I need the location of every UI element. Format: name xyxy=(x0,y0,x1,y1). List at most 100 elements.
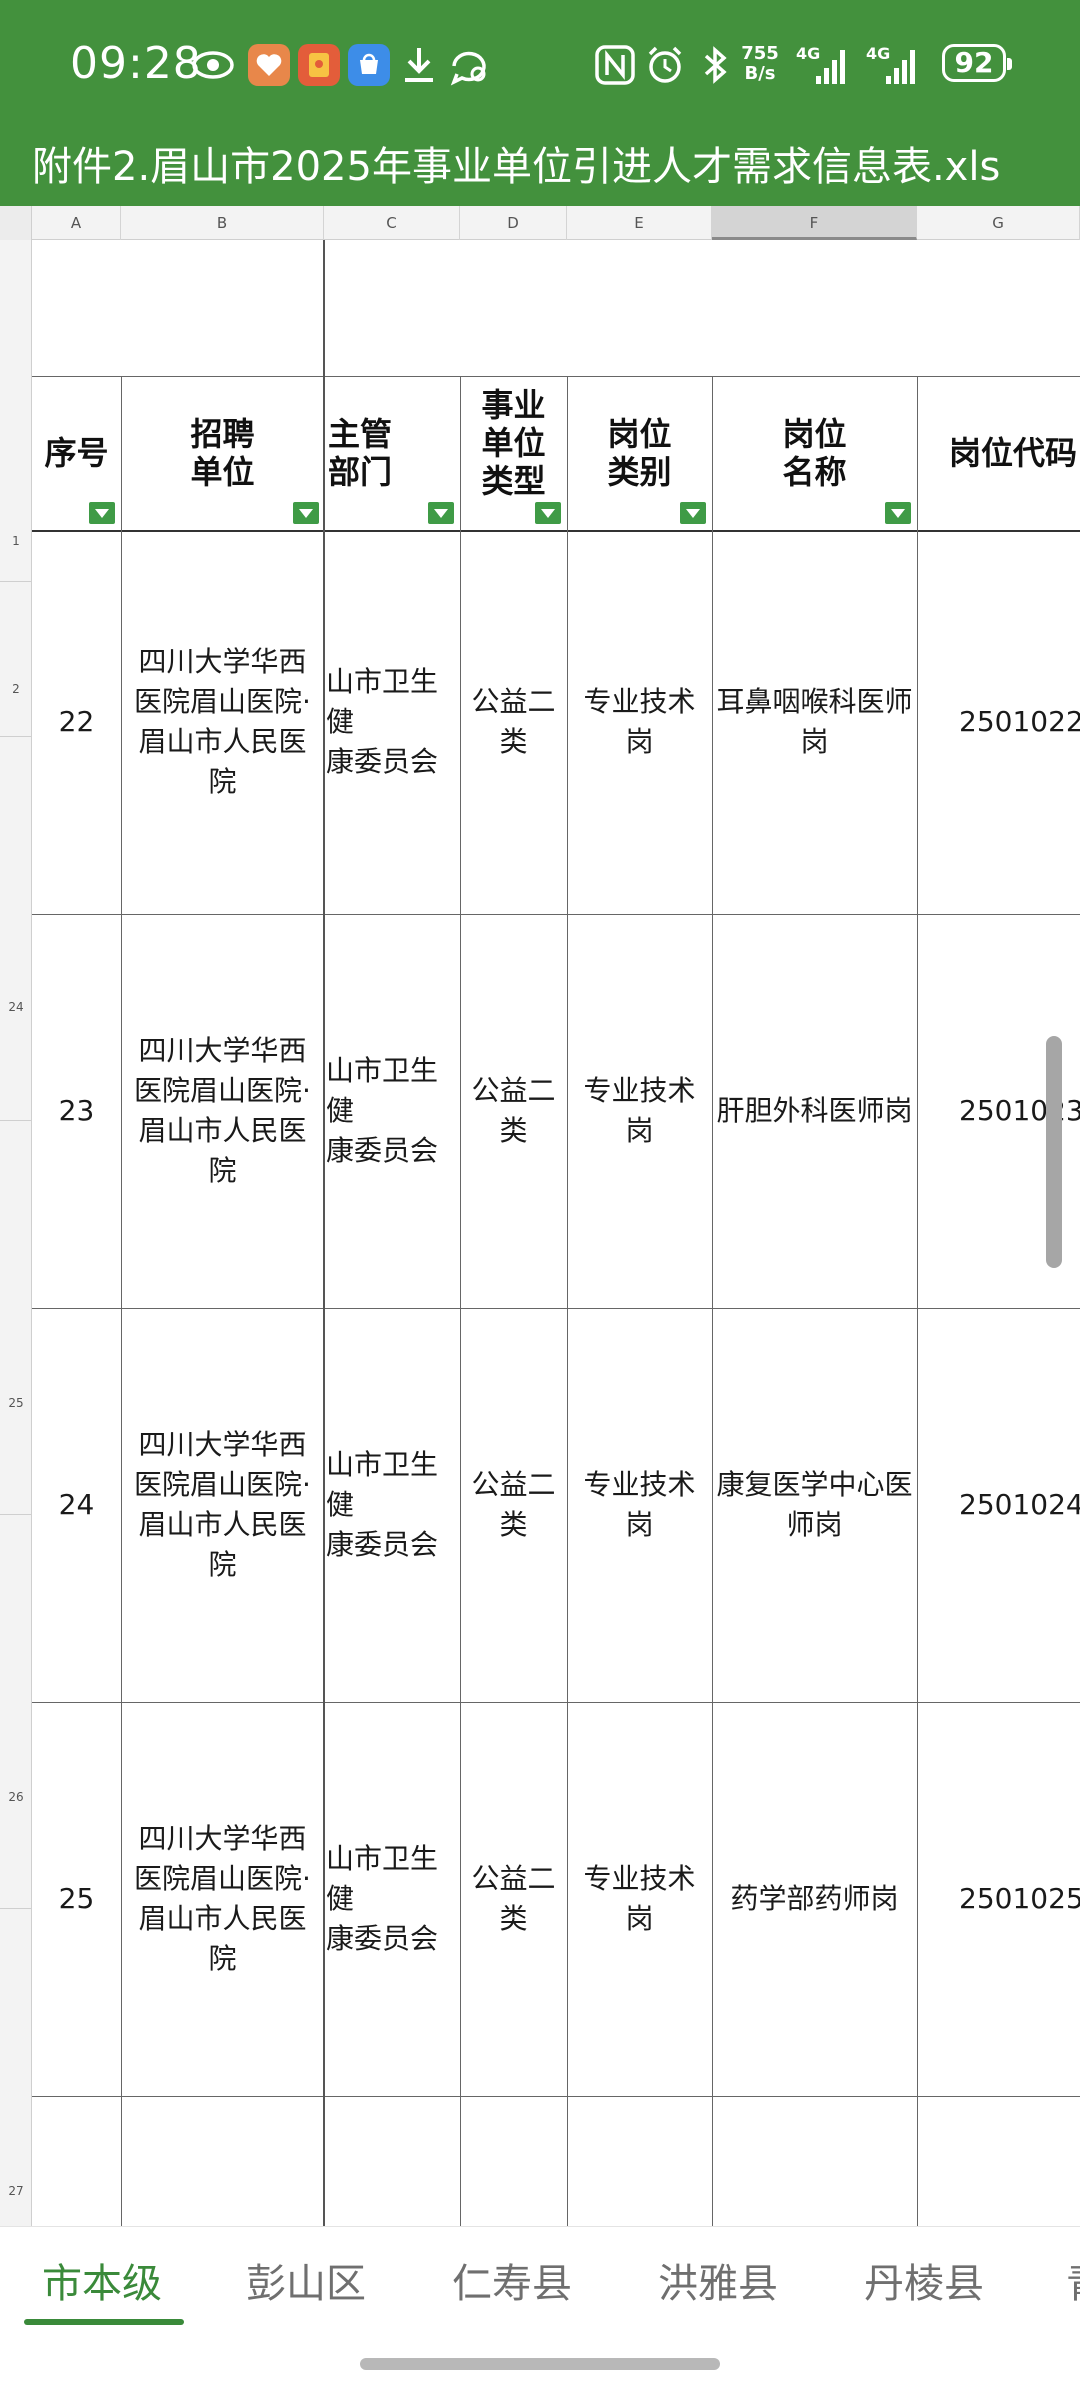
filter-dropdown-icon[interactable] xyxy=(535,502,561,524)
cell-type-text: 公益二类 xyxy=(471,685,556,758)
column-letter-a[interactable]: A xyxy=(32,206,121,240)
cell-category-text: 专业技术岗 xyxy=(583,1468,696,1541)
filter-dropdown-icon[interactable] xyxy=(293,502,319,524)
eye-icon xyxy=(192,51,234,79)
status-time: 09:28 xyxy=(70,38,202,89)
header-cell-code[interactable]: 岗位代码 xyxy=(917,376,1080,530)
cell-category-text: 专业技术岗 xyxy=(583,685,696,758)
store-app-icon xyxy=(348,44,390,86)
cell-type[interactable]: 公益二类 xyxy=(460,530,567,914)
cell-type-text: 公益二类 xyxy=(471,1074,556,1147)
cell-category[interactable]: 专业技术岗 xyxy=(567,1702,712,2096)
cell-position[interactable]: 肝胆外科医师岗 xyxy=(712,914,917,1308)
cell-category[interactable]: 专业技术岗 xyxy=(567,914,712,1308)
filter-dropdown-icon[interactable] xyxy=(428,502,454,524)
red-packet-app-icon xyxy=(298,44,340,86)
cell-dept[interactable]: 山市卫生健 康委员会 xyxy=(324,1308,460,1702)
tab-shibenji[interactable]: 市本级 xyxy=(42,2251,162,2309)
cell-unit-text: 四川大学华西医院眉山医院·眉山市人民医院 xyxy=(134,1822,311,1975)
cell-position[interactable]: 康复医学中心医师岗 xyxy=(712,1308,917,1702)
cell-dept[interactable]: 山市卫生健 康委员会 xyxy=(324,1702,460,2096)
cell-unit[interactable]: 四川大学华西医院眉山医院·眉山市人民医院 xyxy=(121,914,324,1308)
column-letter-b[interactable]: B xyxy=(121,206,324,240)
cell-type[interactable]: 公益二类 xyxy=(460,1702,567,2096)
cell-seq[interactable]: 24 xyxy=(32,1308,121,1702)
cell-code[interactable]: 2501022 xyxy=(917,530,1080,914)
cell-seq-text: 24 xyxy=(58,1488,95,1521)
nfc-icon xyxy=(595,45,635,85)
cell-dept-text: 山市卫生健 康委员会 xyxy=(326,1448,439,1561)
cell-type[interactable]: 公益二类 xyxy=(460,1308,567,1702)
column-letter-f[interactable]: F xyxy=(712,206,917,240)
cell-position[interactable]: 耳鼻咽喉科医师岗 xyxy=(712,530,917,914)
tab-pengshan[interactable]: 彭山区 xyxy=(246,2251,366,2309)
tab-hongya[interactable]: 洪雅县 xyxy=(658,2251,778,2309)
cell-code-text: 2501025 xyxy=(959,1882,1080,1915)
row-number[interactable]: 2 xyxy=(0,682,32,696)
select-all-corner[interactable] xyxy=(0,206,32,240)
cell-category[interactable]: 专业技术岗 xyxy=(567,530,712,914)
cell-code-text: 2501024 xyxy=(959,1488,1080,1521)
row-header-column: 1 2 24 25 26 27 xyxy=(0,240,32,2226)
sheet-tabs: 市本级 彭山区 仁寿县 洪雅县 丹棱县 青 xyxy=(0,2226,1080,2336)
battery-icon: 92 xyxy=(942,44,1012,82)
net-speed-value: 755 xyxy=(741,43,779,64)
signal-icon xyxy=(816,50,845,84)
spreadsheet[interactable]: A B C D E F G 1 2 24 25 26 27 序号 招聘 单位 主… xyxy=(0,206,1080,2226)
cell-position[interactable]: 药学部药师岗 xyxy=(712,1702,917,2096)
chat-sync-icon xyxy=(450,51,486,86)
cell-position-text: 耳鼻咽喉科医师岗 xyxy=(716,685,913,758)
cell-seq-text: 22 xyxy=(58,705,95,738)
vertical-scrollbar[interactable] xyxy=(1046,1036,1062,1268)
row-number[interactable]: 24 xyxy=(0,1000,32,1014)
column-letter-c[interactable]: C xyxy=(324,206,460,240)
filter-dropdown-icon[interactable] xyxy=(89,502,115,524)
cell-unit[interactable]: 四川大学华西医院眉山医院·眉山市人民医院 xyxy=(121,1308,324,1702)
row-number[interactable]: 1 xyxy=(0,534,32,548)
cell-code[interactable]: 2501025 xyxy=(917,1702,1080,2096)
cell-position-text: 康复医学中心医师岗 xyxy=(716,1468,913,1541)
cell-seq[interactable]: 22 xyxy=(32,530,121,914)
cell-category[interactable]: 专业技术岗 xyxy=(567,1308,712,1702)
cell-dept-text: 山市卫生健 康委员会 xyxy=(326,1054,439,1167)
cell-category-text: 专业技术岗 xyxy=(583,1074,696,1147)
status-bar: 09:28 755 B/s 4G 4G 92 xyxy=(0,0,1080,130)
heart-app-icon xyxy=(248,44,290,86)
column-letter-e[interactable]: E xyxy=(567,206,712,240)
column-letter-d[interactable]: D xyxy=(460,206,567,240)
row-number[interactable]: 26 xyxy=(0,1790,32,1804)
cell-dept-text: 山市卫生健 康委员会 xyxy=(326,665,439,778)
cell-seq[interactable]: 25 xyxy=(32,1702,121,2096)
alarm-icon xyxy=(648,46,682,83)
gesture-bar[interactable] xyxy=(360,2358,720,2370)
signal-icon-2 xyxy=(886,50,915,84)
cell-seq[interactable]: 23 xyxy=(32,914,121,1308)
cell-code-text: 2501022 xyxy=(959,705,1080,738)
cell-dept-text: 山市卫生健 康委员会 xyxy=(326,1842,439,1955)
cell-seq-text: 23 xyxy=(58,1094,95,1127)
filter-dropdown-icon[interactable] xyxy=(680,502,706,524)
cell-position-text: 肝胆外科医师岗 xyxy=(716,1094,913,1127)
cell-dept[interactable]: 山市卫生健 康委员会 xyxy=(324,914,460,1308)
active-tab-indicator xyxy=(24,2319,184,2325)
cell-position-text: 药学部药师岗 xyxy=(730,1882,899,1915)
column-header-row: A B C D E F G xyxy=(0,206,1080,240)
cell-type[interactable]: 公益二类 xyxy=(460,914,567,1308)
download-icon xyxy=(405,48,433,82)
app-header: 09:28 755 B/s 4G 4G 92 附件2.眉山市2025年事业单位引… xyxy=(0,0,1080,206)
filter-dropdown-icon[interactable] xyxy=(885,502,911,524)
cell-unit-text: 四川大学华西医院眉山医院·眉山市人民医院 xyxy=(134,645,311,798)
row-number[interactable]: 25 xyxy=(0,1396,32,1410)
cell-type-text: 公益二类 xyxy=(471,1862,556,1935)
cell-dept[interactable]: 山市卫生健 康委员会 xyxy=(324,530,460,914)
cell-type-text: 公益二类 xyxy=(471,1468,556,1541)
column-letter-g[interactable]: G xyxy=(917,206,1080,240)
tab-renshou[interactable]: 仁寿县 xyxy=(452,2251,572,2309)
tab-danleng[interactable]: 丹棱县 xyxy=(864,2251,984,2309)
cell-unit[interactable]: 四川大学华西医院眉山医院·眉山市人民医院 xyxy=(121,1702,324,2096)
file-title: 附件2.眉山市2025年事业单位引进人才需求信息表.xls xyxy=(32,144,1001,190)
cell-code[interactable]: 2501024 xyxy=(917,1308,1080,1702)
row-number[interactable]: 27 xyxy=(0,2184,32,2198)
cell-unit[interactable]: 四川大学华西医院眉山医院·眉山市人民医院 xyxy=(121,530,324,914)
tab-qingshen[interactable]: 青 xyxy=(1066,2251,1080,2309)
